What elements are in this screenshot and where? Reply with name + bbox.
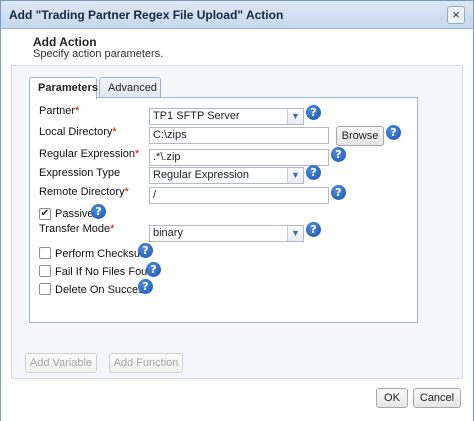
fail-if-no-files-label: Fail If No Files Found xyxy=(55,266,160,278)
remote-directory-label: Remote Directory* xyxy=(39,186,129,198)
tab-parameters[interactable]: Parameters xyxy=(29,77,98,99)
close-button[interactable]: × xyxy=(447,6,465,24)
expression-type-label: Expression Type xyxy=(39,167,121,179)
partner-value: TP1 SFTP Server xyxy=(153,110,240,122)
passive-checkbox[interactable]: ✔ xyxy=(39,208,51,220)
perform-checksum-checkbox[interactable] xyxy=(39,247,51,259)
local-directory-label: Local Directory* xyxy=(39,126,117,138)
help-icon[interactable]: ? xyxy=(138,279,153,294)
partner-label: Partner* xyxy=(39,105,80,117)
title-bar[interactable]: Add "Trading Partner Regex File Upload" … xyxy=(1,1,473,29)
header-title: Add Action xyxy=(33,35,97,49)
ok-button[interactable]: OK xyxy=(376,388,408,408)
help-icon[interactable]: ? xyxy=(331,147,346,162)
delete-on-success-label: Delete On Success xyxy=(55,284,150,296)
add-variable-button[interactable]: Add Variable xyxy=(25,353,97,373)
dialog-header: Add Action Specify action parameters. xyxy=(1,29,473,65)
chevron-down-icon: ▼ xyxy=(287,226,303,241)
regular-expression-label: Regular Expression* xyxy=(39,148,140,160)
help-icon[interactable]: ? xyxy=(306,105,321,120)
add-function-button[interactable]: Add Function xyxy=(109,353,183,373)
regular-expression-input[interactable]: .*\.zip xyxy=(149,149,329,166)
partner-select[interactable]: TP1 SFTP Server ▼ xyxy=(149,108,304,125)
cancel-button[interactable]: Cancel xyxy=(413,388,461,408)
close-icon: × xyxy=(452,7,460,22)
help-icon[interactable]: ? xyxy=(306,222,321,237)
tab-advanced[interactable]: Advanced xyxy=(99,77,161,98)
delete-on-success-checkbox[interactable] xyxy=(39,283,51,295)
browse-button[interactable]: Browse xyxy=(336,126,384,146)
local-directory-input[interactable]: C:\zips xyxy=(149,127,329,144)
transfer-mode-value: binary xyxy=(153,227,183,239)
header-subtitle: Specify action parameters. xyxy=(33,48,164,60)
help-icon[interactable]: ? xyxy=(138,243,153,258)
expression-type-select[interactable]: Regular Expression ▼ xyxy=(149,167,304,184)
remote-directory-input[interactable]: / xyxy=(149,187,329,204)
perform-checksum-label: Perform Checksum xyxy=(55,248,150,260)
fail-if-no-files-checkbox[interactable] xyxy=(39,265,51,277)
add-action-dialog: Add "Trading Partner Regex File Upload" … xyxy=(0,0,474,421)
chevron-down-icon: ▼ xyxy=(287,168,303,183)
help-icon[interactable]: ? xyxy=(331,185,346,200)
help-icon[interactable]: ? xyxy=(91,204,106,219)
transfer-mode-label: Transfer Mode* xyxy=(39,223,115,235)
passive-label: Passive xyxy=(55,208,94,220)
chevron-down-icon: ▼ xyxy=(287,109,303,124)
help-icon[interactable]: ? xyxy=(386,125,401,140)
help-icon[interactable]: ? xyxy=(306,165,321,180)
help-icon[interactable]: ? xyxy=(146,262,161,277)
window-title: Add "Trading Partner Regex File Upload" … xyxy=(9,8,284,22)
transfer-mode-select[interactable]: binary ▼ xyxy=(149,225,304,242)
expression-type-value: Regular Expression xyxy=(153,169,249,181)
